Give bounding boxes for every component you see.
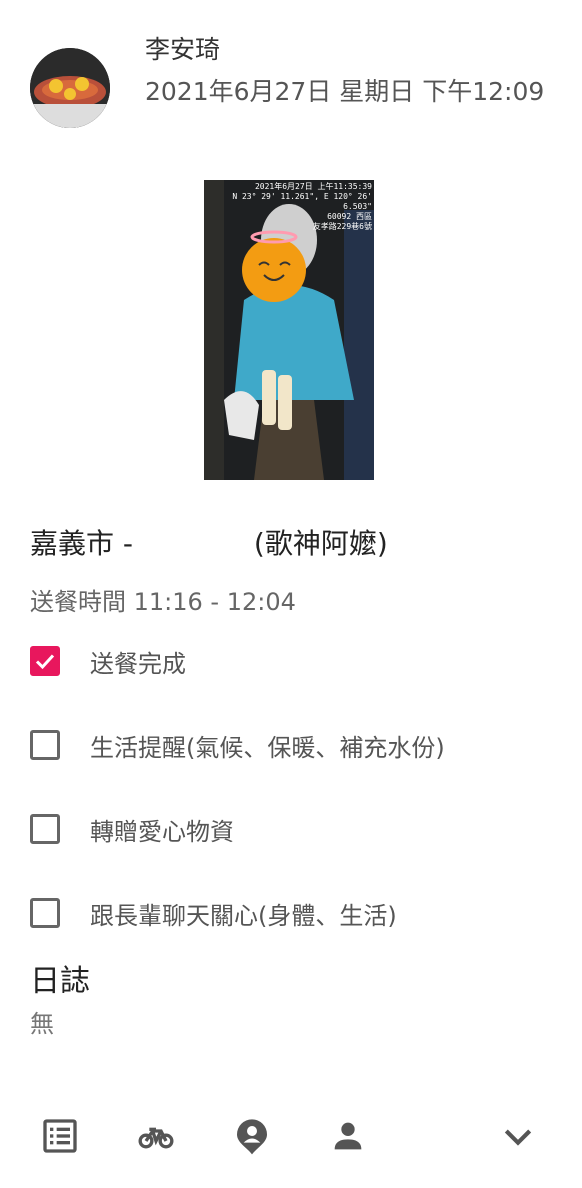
avatar[interactable]	[30, 48, 110, 128]
log-title: 日誌	[30, 964, 90, 999]
title-suffix: (歌神阿嬤)	[253, 527, 388, 560]
task-checkbox[interactable]	[30, 730, 60, 760]
task-item[interactable]: 送餐完成	[30, 641, 186, 681]
task-checkbox[interactable]	[30, 898, 60, 928]
task-item[interactable]: 轉贈愛心物資	[30, 809, 234, 849]
photo-timestamp: 2021年6月27日 上午11:35:39 N 23° 29' 11.261",…	[232, 182, 372, 231]
bottom-toolbar	[0, 1100, 582, 1172]
expand-button[interactable]	[494, 1112, 542, 1160]
avatar-image	[30, 48, 110, 128]
recipient-title: 嘉義市 - (歌神阿嬤)	[30, 522, 388, 562]
task-label: 送餐完成	[90, 649, 186, 678]
location-person-icon	[237, 1119, 267, 1155]
author-name: 李安琦	[145, 35, 221, 64]
title-prefix: 嘉義市 -	[30, 527, 142, 560]
post-header: 李安琦 2021年6月27日 星期日 下午12:09	[0, 0, 582, 160]
delivery-photo[interactable]: 2021年6月27日 上午11:35:39 N 23° 29' 11.261",…	[204, 180, 374, 480]
list-button[interactable]	[36, 1112, 84, 1160]
task-label: 生活提醒(氣候、保暖、補充水份)	[90, 733, 445, 762]
task-checkbox[interactable]	[30, 646, 60, 676]
task-item[interactable]: 跟長輩聊天關心(身體、生活)	[30, 893, 397, 933]
redacted-name	[142, 535, 254, 555]
task-checkbox[interactable]	[30, 814, 60, 844]
chevron-down-icon	[504, 1129, 532, 1146]
task-label: 跟長輩聊天關心(身體、生活)	[90, 901, 397, 930]
delivery-time: 送餐時間 11:16 - 12:04	[30, 588, 296, 616]
post-datetime: 2021年6月27日 星期日 下午12:09	[145, 77, 545, 106]
task-item[interactable]: 生活提醒(氣候、保暖、補充水份)	[30, 725, 445, 765]
delivery-button[interactable]	[132, 1112, 180, 1160]
task-label: 轉贈愛心物資	[90, 817, 234, 846]
check-icon	[35, 654, 55, 670]
list-icon	[43, 1119, 77, 1153]
profile-button[interactable]	[324, 1112, 372, 1160]
person-icon	[334, 1122, 362, 1150]
location-person-button[interactable]	[228, 1112, 276, 1160]
bicycle-icon	[138, 1127, 174, 1149]
log-value: 無	[30, 1010, 54, 1038]
